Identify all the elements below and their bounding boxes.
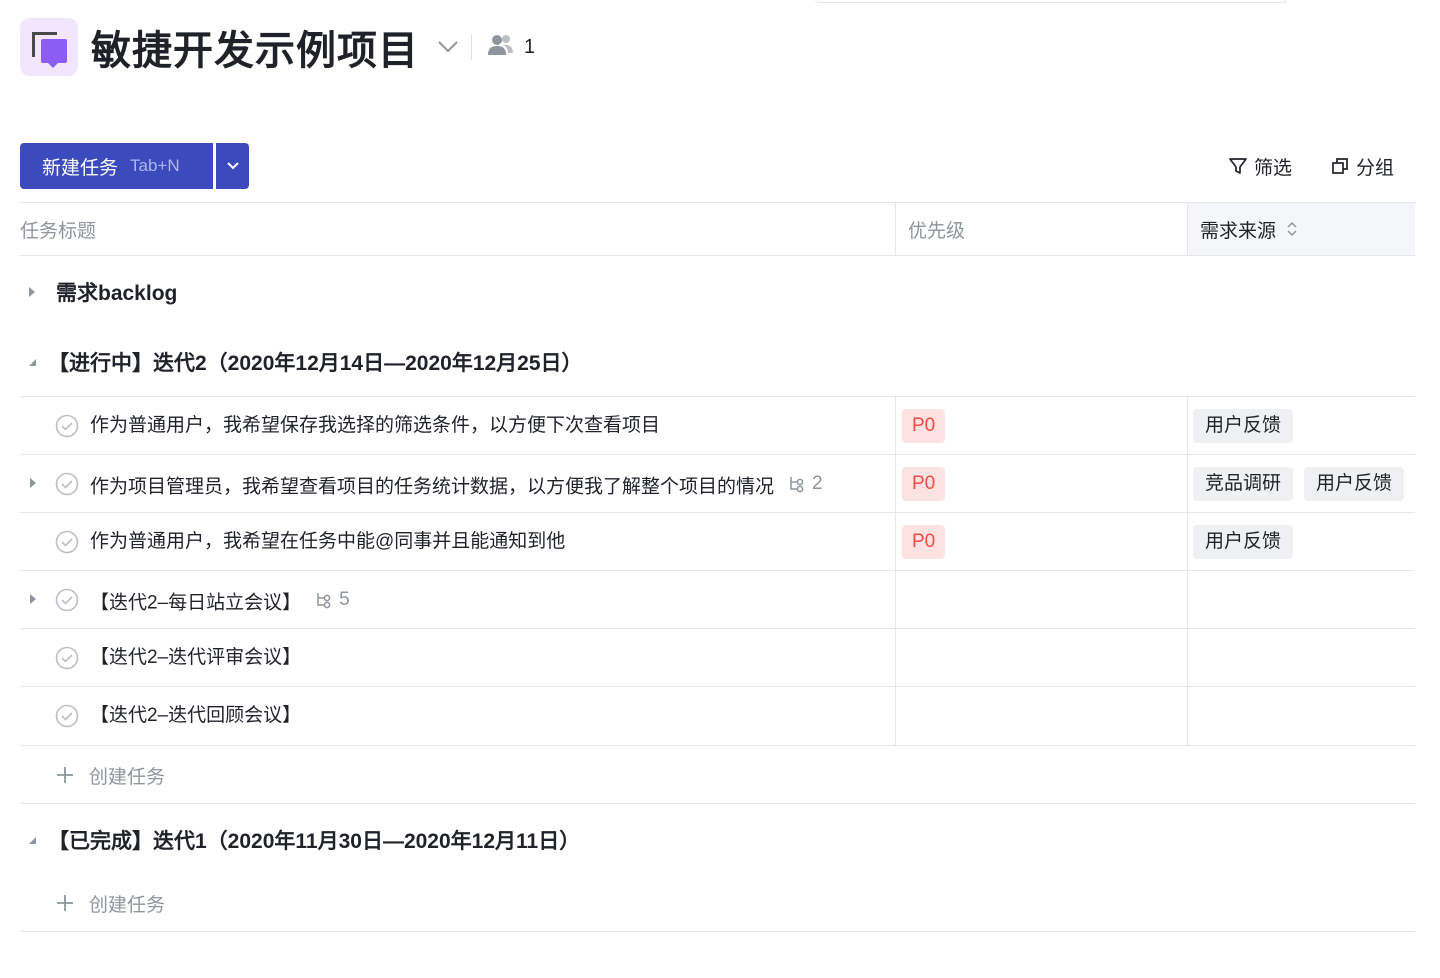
member-count: 1 <box>524 35 536 58</box>
chevron-down-icon[interactable] <box>435 34 461 60</box>
table-row[interactable]: 【迭代2–每日站立会议】 5 <box>20 571 895 628</box>
members-button[interactable]: 1 <box>488 33 535 62</box>
task-title: 【迭代2–每日站立会议】 <box>90 592 302 614</box>
subtask-count-value: 2 <box>812 473 823 494</box>
filter-button[interactable]: 筛选 <box>1228 150 1292 182</box>
create-task-button[interactable]: 创建任务 <box>55 755 165 795</box>
subtask-count[interactable]: 5 <box>315 571 350 628</box>
column-header-title[interactable]: 任务标题 <box>20 203 895 255</box>
group-header-iteration-2[interactable]: 【进行中】迭代2（2020年12月14日—2020年12月25日） <box>20 340 583 384</box>
create-task-label: 创建任务 <box>89 894 166 916</box>
plus-icon <box>57 767 73 783</box>
table-row[interactable]: 作为项目管理员，我希望查看项目的任务统计数据，以方便我了解整个项目的情况 2 <box>20 455 895 512</box>
column-header-priority[interactable]: 优先级 <box>896 203 1186 255</box>
source-tag[interactable]: 用户反馈 <box>1304 467 1405 501</box>
priority-badge[interactable]: P0 <box>902 525 946 559</box>
task-title[interactable]: 作为普通用户，我希望保存我选择的筛选条件，以方便下次查看项目 <box>90 397 660 454</box>
caret-down-icon[interactable] <box>20 357 44 367</box>
table-row[interactable]: 作为普通用户，我希望保存我选择的筛选条件，以方便下次查看项目 <box>20 397 895 454</box>
check-circle-icon[interactable] <box>55 646 79 670</box>
table-row[interactable]: 【迭代2–迭代评审会议】 <box>20 629 895 686</box>
table-header-border <box>20 255 1415 256</box>
column-divider <box>895 203 896 255</box>
caret-right-icon[interactable] <box>26 591 40 607</box>
source-tag[interactable]: 用户反馈 <box>1193 409 1294 443</box>
caret-down-icon[interactable] <box>20 835 44 845</box>
plus-icon <box>57 895 73 911</box>
project-title[interactable]: 敏捷开发示例项目 <box>91 18 419 76</box>
sort-icon[interactable] <box>1286 220 1298 238</box>
group-title: 【进行中】迭代2（2020年12月14日—2020年12月25日） <box>48 352 583 375</box>
table-row[interactable]: 【迭代2–迭代回顾会议】 <box>20 687 895 744</box>
create-task-label: 创建任务 <box>89 766 166 788</box>
check-circle-icon[interactable] <box>55 472 79 496</box>
filter-icon <box>1229 158 1247 174</box>
table-row[interactable]: 作为普通用户，我希望在任务中能@同事并且能通知到他 <box>20 513 895 570</box>
subtask-icon <box>790 476 804 492</box>
subtask-icon <box>317 592 331 608</box>
group-header-backlog[interactable]: 需求backlog <box>20 270 177 314</box>
check-circle-icon[interactable] <box>55 414 79 438</box>
check-circle-icon[interactable] <box>55 530 79 554</box>
project-header: 敏捷开发示例项目 1 <box>20 17 535 77</box>
divider <box>471 34 472 60</box>
caret-right-icon[interactable] <box>26 475 40 491</box>
subtask-count-value: 5 <box>339 589 350 610</box>
task-title-wrap[interactable]: 【迭代2–每日站立会议】 5 <box>90 571 350 628</box>
top-search-edge <box>815 0 1287 3</box>
group-label: 分组 <box>1356 157 1395 179</box>
column-header-priority-label: 优先级 <box>908 220 966 242</box>
row-divider <box>20 931 1415 932</box>
task-title[interactable]: 【迭代2–迭代评审会议】 <box>90 629 301 686</box>
new-task-button[interactable]: 新建任务 Tab+N <box>20 143 213 189</box>
check-circle-icon[interactable] <box>55 704 79 728</box>
source-tag[interactable]: 竞品调研 <box>1193 467 1294 501</box>
column-header-source-label: 需求来源 <box>1200 220 1277 242</box>
task-title: 作为项目管理员，我希望查看项目的任务统计数据，以方便我了解整个项目的情况 <box>90 476 775 498</box>
project-icon[interactable] <box>20 18 78 76</box>
group-header-iteration-1[interactable]: 【已完成】迭代1（2020年11月30日—2020年12月11日） <box>20 818 580 862</box>
check-circle-icon[interactable] <box>55 588 79 612</box>
new-task-label: 新建任务 <box>42 157 119 179</box>
task-title[interactable]: 作为普通用户，我希望在任务中能@同事并且能通知到他 <box>90 513 565 570</box>
caret-right-icon[interactable] <box>20 286 44 298</box>
create-task-button[interactable]: 创建任务 <box>55 883 165 923</box>
row-divider <box>20 803 1415 804</box>
priority-badge[interactable]: P0 <box>902 467 946 501</box>
source-tag[interactable]: 用户反馈 <box>1193 525 1294 559</box>
column-divider <box>1187 203 1188 255</box>
filter-label: 筛选 <box>1254 157 1293 179</box>
subtask-count[interactable]: 2 <box>788 455 823 512</box>
column-header-title-label: 任务标题 <box>20 220 97 242</box>
column-header-source[interactable]: 需求来源 <box>1188 203 1415 255</box>
new-task-dropdown-button[interactable] <box>216 143 249 189</box>
task-title[interactable]: 【迭代2–迭代回顾会议】 <box>90 687 301 744</box>
new-task-shortcut: Tab+N <box>130 156 180 175</box>
row-divider <box>20 745 1415 746</box>
members-icon <box>488 33 514 62</box>
group-title: 需求backlog <box>56 282 178 305</box>
group-title: 【已完成】迭代1（2020年11月30日—2020年12月11日） <box>48 830 581 853</box>
task-title-wrap[interactable]: 作为项目管理员，我希望查看项目的任务统计数据，以方便我了解整个项目的情况 2 <box>90 455 823 512</box>
group-button[interactable]: 分组 <box>1330 150 1394 182</box>
group-icon <box>1332 158 1348 174</box>
priority-badge[interactable]: P0 <box>902 409 946 443</box>
chevron-down-icon <box>226 162 239 170</box>
